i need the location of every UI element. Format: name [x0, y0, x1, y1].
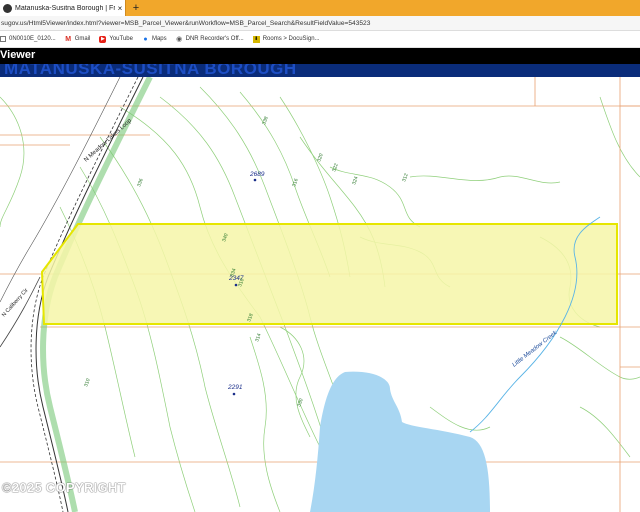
- copyright-watermark: ©2025 COPYRIGHT: [2, 480, 126, 495]
- bookmark-item[interactable]: 0N0010E_0120...: [0, 36, 56, 42]
- maps-pin-icon: ●: [143, 35, 148, 43]
- browser-tab-bar: Matanuska-Susitna Borough | Fr × +: [0, 0, 640, 16]
- bookmark-dnr[interactable]: ◉ DNR Recorder's Off...: [176, 36, 244, 43]
- docusign-icon: ⬇: [252, 35, 260, 43]
- bookmark-youtube[interactable]: ▶ YouTube: [99, 35, 133, 43]
- youtube-icon: ▶: [99, 35, 107, 43]
- parcel-point: [232, 392, 236, 396]
- dnr-icon: ◉: [176, 35, 183, 43]
- address-bar[interactable]: sugov.us/Html5Viewer/index.html?viewer=M…: [0, 16, 640, 31]
- map-canvas[interactable]: 2689 2347 2291 336 338 334 310 320 322 3…: [0, 77, 640, 512]
- bookmark-label: Maps: [151, 36, 167, 42]
- bookmark-label: DNR Recorder's Off...: [185, 36, 244, 42]
- browser-tab[interactable]: Matanuska-Susitna Borough | Fr ×: [0, 0, 126, 16]
- bookmark-label: Gmail: [74, 36, 91, 42]
- tab-close-icon[interactable]: ×: [115, 4, 125, 13]
- parcel-point: [253, 178, 257, 182]
- tab-title: Matanuska-Susitna Borough | Fr: [15, 4, 115, 12]
- banner-text: MATANUSKA-SUSITNA BOROUGH: [4, 64, 297, 77]
- bookmark-maps[interactable]: ● Maps: [142, 35, 167, 43]
- parcel-label: 2291: [227, 384, 243, 391]
- bookmark-label: YouTube: [109, 36, 133, 42]
- app-header: Viewer: [0, 48, 640, 64]
- new-tab-button[interactable]: +: [130, 1, 142, 15]
- parcel-label: 2689: [249, 171, 265, 178]
- map-view[interactable]: 2689 2347 2291 336 338 334 310 320 322 3…: [0, 77, 640, 512]
- bookmarks-bar: 0N0010E_0120... M Gmail ▶ YouTube ● Maps…: [0, 31, 640, 48]
- bookmark-icon: [0, 36, 6, 42]
- app-title: Viewer: [0, 49, 36, 61]
- bookmark-label: 0N0010E_0120...: [9, 36, 56, 42]
- bookmark-label: Rooms > DocuSign...: [262, 36, 320, 42]
- selected-parcel[interactable]: [40, 223, 618, 325]
- bookmark-gmail[interactable]: M Gmail: [65, 35, 91, 43]
- bookmark-docusign[interactable]: ⬇ Rooms > DocuSign...: [252, 35, 320, 43]
- site-favicon-icon: [3, 3, 12, 13]
- gmail-icon: M: [65, 35, 72, 43]
- borough-banner: MATANUSKA-SUSITNA BOROUGH: [0, 64, 640, 77]
